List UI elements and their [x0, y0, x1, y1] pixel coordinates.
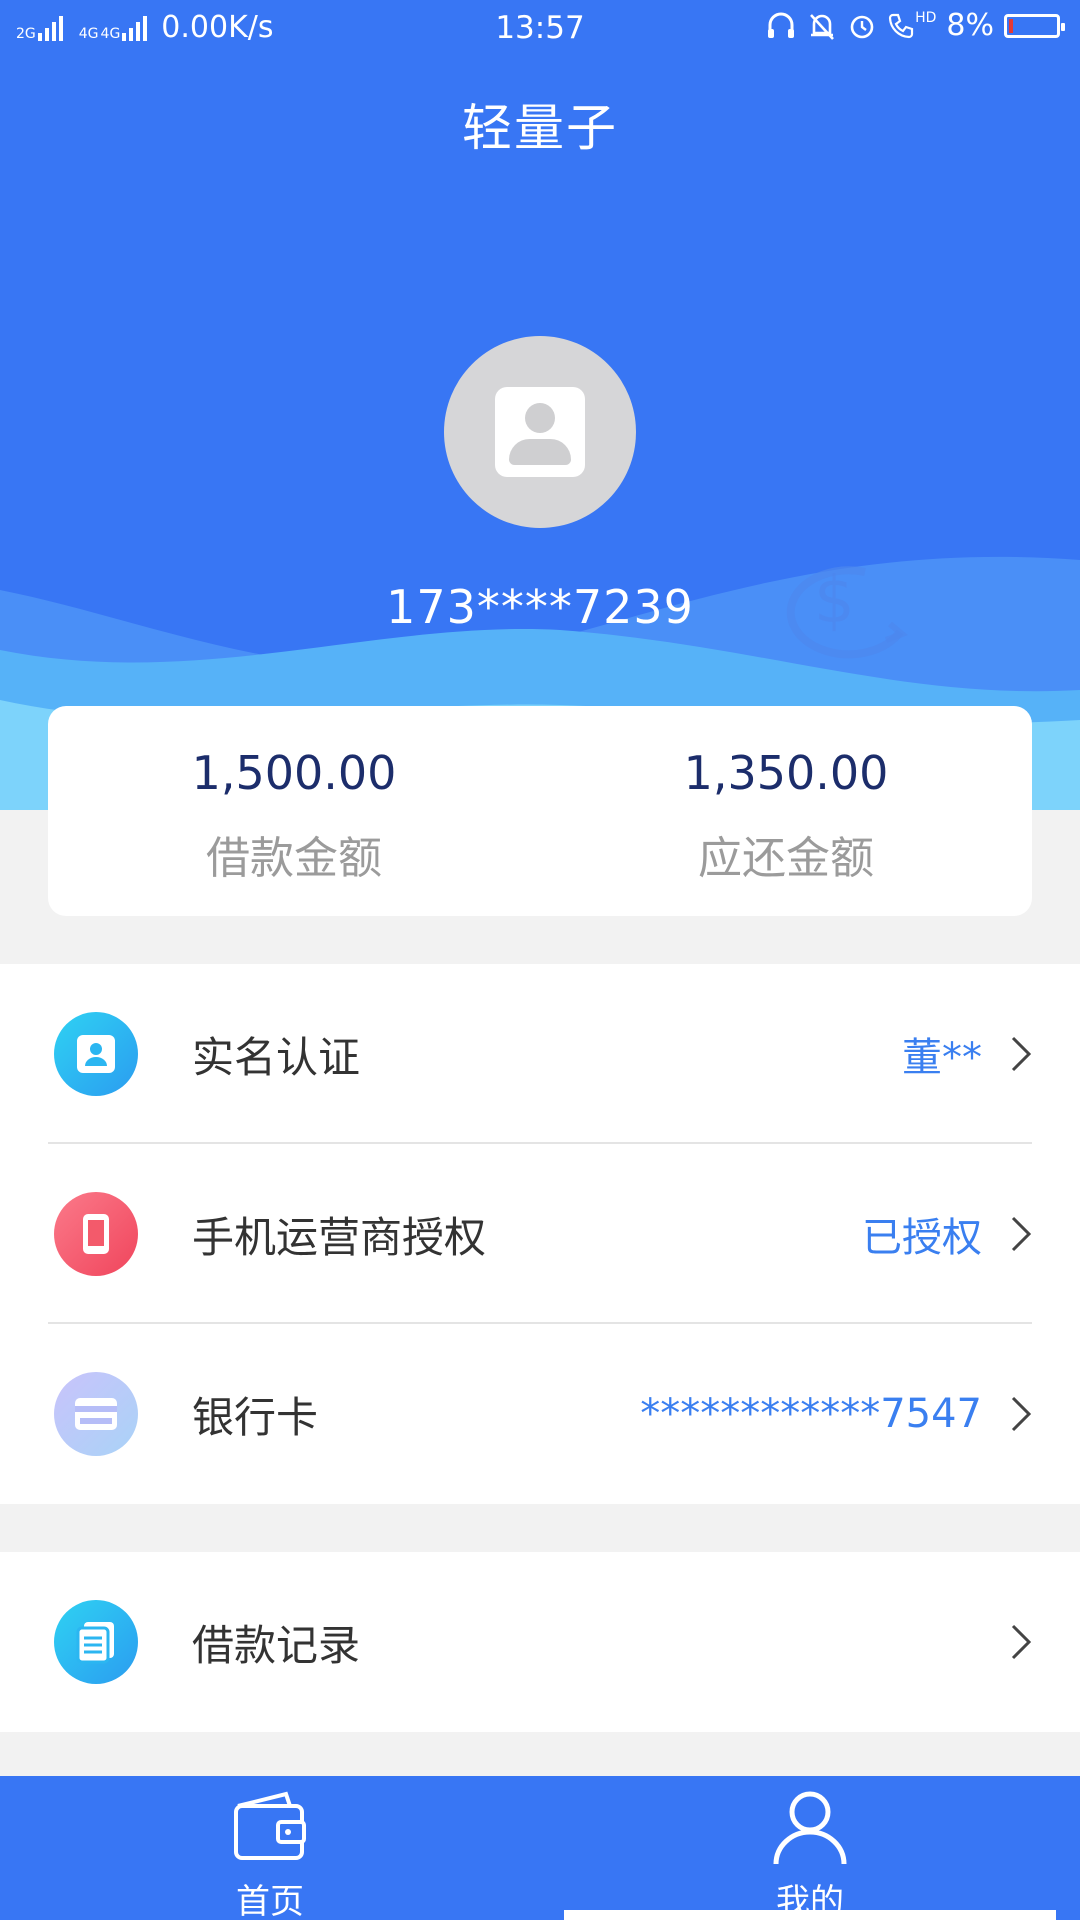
chevron-right-icon [1011, 1216, 1032, 1252]
menu-label: 手机运营商授权 [192, 1212, 487, 1262]
hd-call-icon: HD [887, 11, 936, 41]
tab-mine[interactable]: 我的 [540, 1776, 1080, 1920]
menu-label: 银行卡 [192, 1392, 319, 1442]
alarm-icon [850, 15, 874, 38]
bottom-tab-bar: 首页 我的 [0, 1776, 1080, 1920]
tab-label: 首页 [236, 1882, 304, 1920]
battery-percent: 8% [946, 8, 994, 43]
chevron-right-icon [1011, 1624, 1032, 1660]
menu-value: 已授权 [862, 1215, 982, 1261]
menu-item-carrier-auth[interactable]: 手机运营商授权 已授权 [0, 1144, 1080, 1324]
menu-item-bank-card[interactable]: 银行卡 ************7547 [0, 1324, 1080, 1504]
home-indicator [564, 1910, 1056, 1920]
repay-amount-value: 1,350.00 [683, 746, 889, 800]
user-placeholder-icon [495, 387, 585, 477]
loan-amount-value: 1,500.00 [191, 746, 397, 800]
menu-item-loan-records[interactable]: 借款记录 [0, 1552, 1080, 1732]
mobile-phone-icon [54, 1192, 138, 1276]
wallet-icon [234, 1791, 306, 1860]
menu-label: 借款记录 [192, 1620, 361, 1670]
records-menu: 借款记录 [0, 1552, 1080, 1732]
headset-icon [768, 12, 795, 38]
page-title: 轻量子 [462, 99, 618, 157]
profile-header: 2G 4G 4G 0.00K/s 13:57 HD 8% 轻量子 173****… [0, 0, 1080, 810]
bell-mute-icon [810, 13, 835, 40]
svg-text:$: $ [814, 564, 855, 638]
id-card-icon [54, 1012, 138, 1096]
dollar-watermark-icon: $ [786, 564, 908, 659]
avatar[interactable] [444, 336, 636, 528]
loan-amount-label: 借款金额 [206, 833, 382, 884]
menu-value: ************7547 [640, 1391, 982, 1437]
repay-amount: 1,350.00 应还金额 [540, 706, 1032, 916]
account-menu: 实名认证 董** 手机运营商授权 已授权 银行卡 ************754… [0, 964, 1080, 1504]
user-phone-number: 173****7239 [386, 580, 694, 634]
menu-value: 董** [902, 1035, 982, 1081]
loan-summary-card: 1,500.00 借款金额 1,350.00 应还金额 [48, 706, 1032, 916]
tab-home[interactable]: 首页 [0, 1776, 540, 1920]
chevron-right-icon [1011, 1396, 1032, 1432]
document-list-icon [54, 1600, 138, 1684]
menu-label: 实名认证 [192, 1032, 361, 1082]
menu-item-realname[interactable]: 实名认证 董** [0, 964, 1080, 1144]
bank-card-icon [54, 1372, 138, 1456]
repay-amount-label: 应还金额 [698, 833, 874, 884]
battery-icon [1004, 13, 1065, 38]
loan-amount: 1,500.00 借款金额 [48, 706, 540, 916]
hd-label: HD [915, 9, 937, 26]
user-icon [773, 1791, 847, 1865]
chevron-right-icon [1011, 1036, 1032, 1072]
status-bar: 2G 4G 4G 0.00K/s 13:57 HD 8% [0, 0, 1080, 58]
